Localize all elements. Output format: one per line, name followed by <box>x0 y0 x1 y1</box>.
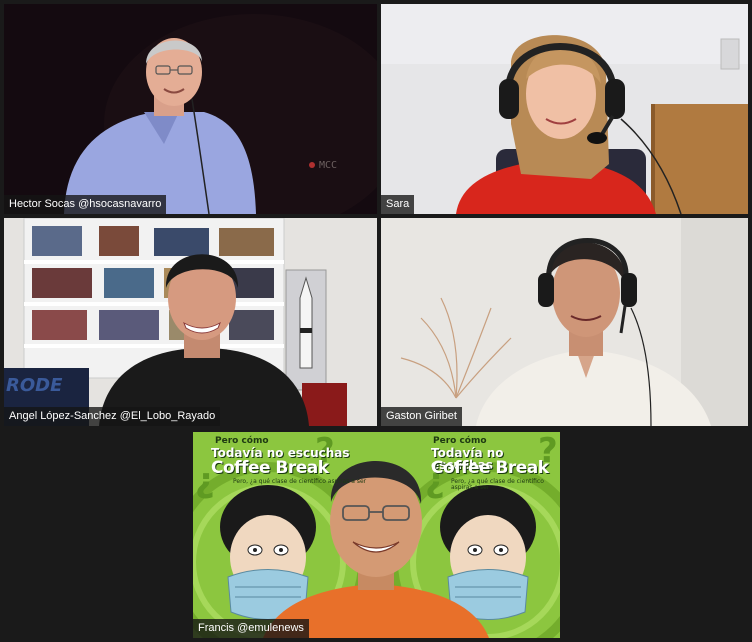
room-banner-text: RODE <box>6 375 63 396</box>
participant-name-label: Angel López-Sanchez @El_Lobo_Rayado <box>4 407 221 426</box>
video-tile-angel[interactable]: RODE Angel López-Sanchez @El_Lobo_Rayado <box>4 218 377 426</box>
cartoon-face-right <box>440 485 536 620</box>
poster-tagline: Pero, ¿a qué clase de científico aspiras… <box>451 478 544 491</box>
cartoon-face-left <box>220 485 316 620</box>
participant-name-label: Hector Socas @hsocasnavarro <box>4 195 167 214</box>
video-feed-gaston <box>381 218 748 426</box>
poster-tagline: Pero, ¿a qué clase de científico aspiras… <box>233 478 367 485</box>
participant-name-label: Francis @emulenews <box>193 619 309 638</box>
video-tile-gaston[interactable]: Gaston Giribet <box>381 218 748 426</box>
screen-logo: MCC <box>309 160 337 171</box>
participant-name-label: Sara <box>381 195 415 214</box>
video-tile-sara[interactable]: Sara <box>381 4 748 214</box>
participant-name-label: Gaston Giribet <box>381 407 462 426</box>
video-feed-hector <box>4 4 377 214</box>
video-tile-francis[interactable]: ¿ ? ¿ ? Pero cómo Todavía no escuchas Co… <box>193 432 560 638</box>
video-tile-hector[interactable]: MCC Hector Socas @hsocasnavarro <box>4 4 377 214</box>
video-feed-sara <box>381 4 748 214</box>
poster-text-line3: Coffee Break <box>211 458 329 478</box>
video-feed-angel: RODE <box>4 218 377 426</box>
poster-text-line3: Coffee Break <box>431 458 549 478</box>
poster-text-line1: Pero cómo <box>215 436 269 446</box>
poster-text-line1: Pero cómo <box>433 436 487 446</box>
